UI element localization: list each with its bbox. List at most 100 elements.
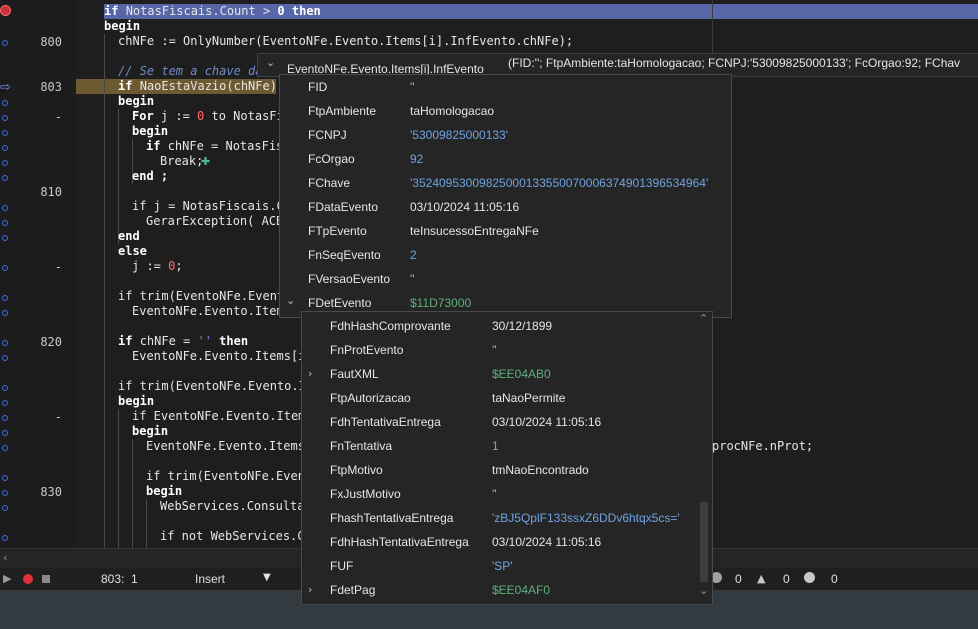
inspector-row[interactable]: FCNPJ '53009825000133'	[280, 123, 731, 147]
code-line[interactable]: procNFe.nProt;	[712, 439, 813, 454]
breakpoint-error-icon[interactable]	[0, 5, 11, 16]
breakpoint-dot-icon[interactable]	[2, 385, 8, 391]
code-line[interactable]: begin	[132, 424, 168, 439]
inspector-row[interactable]: FUF 'SP'	[302, 554, 696, 578]
code-comment[interactable]: // Se tem a chave da	[118, 64, 263, 79]
chevron-down-icon[interactable]: ⌄	[266, 56, 275, 69]
inspector-row[interactable]: FnTentativa 1	[302, 434, 696, 458]
breakpoint-dot-icon[interactable]	[2, 100, 8, 106]
code-line[interactable]: if NotasFiscais.Count > 0 then	[104, 4, 321, 19]
inspector-row[interactable]: FdhTentativaEntrega 03/10/2024 11:05:16	[302, 410, 696, 434]
code-line[interactable]: if trim(EventoNFe.Evento.I	[118, 379, 306, 394]
chevron-down-icon[interactable]: ⌄	[286, 289, 295, 313]
code-line[interactable]: WebServices.Consulta	[160, 499, 305, 514]
scroll-down-icon[interactable]: ⌄	[699, 584, 708, 597]
inspector-row[interactable]: FTpEvento teInsucessoEntregaNFe	[280, 219, 731, 243]
inspector-row[interactable]: FnSeqEvento 2	[280, 243, 731, 267]
code-line[interactable]: begin	[146, 484, 182, 499]
scrollbar-thumb[interactable]	[700, 502, 708, 582]
field-value: '53009825000133'	[410, 128, 509, 142]
code-line[interactable]: else	[118, 244, 147, 259]
vertical-scrollbar[interactable]: ⌃ ⌄	[696, 312, 712, 604]
code-line[interactable]: begin	[118, 94, 154, 109]
record-icon[interactable]	[23, 574, 33, 584]
breakpoint-dot-icon[interactable]	[2, 235, 8, 241]
code-line[interactable]: EventoNFe.Evento.Item	[132, 304, 284, 319]
inspector-row[interactable]: FcOrgao 92	[280, 147, 731, 171]
code-line[interactable]: EventoNFe.Evento.Items	[146, 439, 305, 454]
breakpoint-dot-icon[interactable]	[2, 415, 8, 421]
inspector-row[interactable]: FVersaoEvento ''	[280, 267, 731, 291]
warning-icon[interactable]: ▲	[757, 572, 765, 585]
code-line[interactable]: chNFe := OnlyNumber(EventoNFe.Evento.Ite…	[118, 34, 573, 49]
code-line[interactable]: if NaoEstaVazio(chNFe)	[118, 79, 277, 94]
code-line[interactable]: if not WebServices.C	[160, 529, 305, 544]
dropdown-icon[interactable]: ▼	[263, 572, 271, 583]
chevron-right-icon[interactable]: ›	[308, 362, 312, 386]
code-line[interactable]: Break;	[160, 154, 203, 169]
nested-inspector-popup[interactable]: ⌃ ⌄ FdhHashComprovante 30/12/1899 FnProt…	[301, 311, 713, 605]
breakpoint-dot-icon[interactable]	[2, 445, 8, 451]
code-line[interactable]: j := 0;	[132, 259, 183, 274]
field-value: teInsucessoEntregaNFe	[410, 224, 539, 238]
breakpoint-dot-icon[interactable]	[2, 295, 8, 301]
code-line[interactable]: if chNFe = '' then	[118, 334, 248, 349]
breakpoint-dot-icon[interactable]	[2, 115, 8, 121]
code-line[interactable]: begin	[132, 124, 168, 139]
breakpoint-dot-icon[interactable]	[2, 160, 8, 166]
inspector-row[interactable]: › FautXML $EE04AB0	[302, 362, 696, 386]
breakpoint-dot-icon[interactable]	[2, 205, 8, 211]
breakpoint-dot-icon[interactable]	[2, 355, 8, 361]
inspector-row[interactable]: FChave '35240953009825000133550070006374…	[280, 171, 731, 195]
insert-mode[interactable]: Insert	[195, 572, 225, 586]
code-line[interactable]: if chNFe = NotasFis	[146, 139, 283, 154]
inspector-row[interactable]: FID ''	[280, 75, 731, 99]
code-line[interactable]: EventoNFe.Evento.Items[i	[132, 349, 305, 364]
breakpoint-dot-icon[interactable]	[2, 265, 8, 271]
chevron-right-icon[interactable]: ›	[308, 578, 312, 602]
breakpoint-dot-icon[interactable]	[2, 490, 8, 496]
scroll-up-icon[interactable]: ⌃	[699, 312, 708, 325]
field-name: FtpAutorizacao	[330, 391, 411, 405]
inspector-row[interactable]: FtpAmbiente taHomologacao	[280, 99, 731, 123]
inspector-row[interactable]: FxJustMotivo ''	[302, 482, 696, 506]
inspector-row[interactable]: FdhHashComprovante 30/12/1899	[302, 314, 696, 338]
code-line[interactable]: begin	[104, 19, 140, 34]
code-line[interactable]: if trim(EventoNFe.Even	[146, 469, 305, 484]
breakpoint-dot-icon[interactable]	[2, 220, 8, 226]
breakpoint-dot-icon[interactable]	[2, 430, 8, 436]
inspector-row[interactable]: FnProtEvento ''	[302, 338, 696, 362]
breakpoint-dot-icon[interactable]	[2, 400, 8, 406]
code-line[interactable]: begin	[118, 394, 154, 409]
breakpoint-dot-icon[interactable]	[2, 535, 8, 541]
breakpoint-dot-icon[interactable]	[2, 175, 8, 181]
code-line[interactable]: For j := 0 to NotasFi	[132, 109, 284, 124]
code-line[interactable]: end	[118, 229, 140, 244]
info-icon[interactable]	[804, 572, 815, 583]
inspector-row[interactable]: FDataEvento 03/10/2024 11:05:16	[280, 195, 731, 219]
block-guide	[132, 439, 133, 548]
code-line[interactable]: end ;	[132, 169, 168, 184]
inspector-popup[interactable]: FID '' FtpAmbiente taHomologacao FCNPJ '…	[279, 74, 732, 318]
breakpoint-dot-icon[interactable]	[2, 310, 8, 316]
inspector-row[interactable]: FdhHashTentativaEntrega 03/10/2024 11:05…	[302, 530, 696, 554]
code-line[interactable]: GerarException( ACB	[146, 214, 283, 229]
code-line[interactable]: if trim(EventoNFe.Event	[118, 289, 284, 304]
play-icon[interactable]: ▶	[3, 572, 11, 585]
breakpoint-dot-icon[interactable]	[2, 145, 8, 151]
inspector-row[interactable]: FtpMotivo tmNaoEncontrado	[302, 458, 696, 482]
breakpoint-dot-icon[interactable]	[2, 505, 8, 511]
breakpoint-dot-icon[interactable]	[2, 475, 8, 481]
code-line[interactable]: if j = NotasFiscais.C	[132, 199, 284, 214]
inspector-row[interactable]: › FdetPag $EE04AF0	[302, 578, 696, 602]
stop-icon[interactable]	[42, 575, 50, 583]
code-line[interactable]: if EventoNFe.Evento.Item	[132, 409, 305, 424]
code-keyword: then	[284, 4, 321, 18]
inspector-row[interactable]: FtpAutorizacao taNaoPermite	[302, 386, 696, 410]
breakpoint-dot-icon[interactable]	[2, 40, 8, 46]
scroll-left-icon[interactable]: ‹	[3, 551, 7, 564]
breakpoint-dot-icon[interactable]	[2, 130, 8, 136]
inspector-row[interactable]: FhashTentativaEntrega 'zBJ5QplF133ssxZ6D…	[302, 506, 696, 530]
breakpoint-dot-icon[interactable]	[2, 340, 8, 346]
block-guide	[118, 409, 119, 548]
